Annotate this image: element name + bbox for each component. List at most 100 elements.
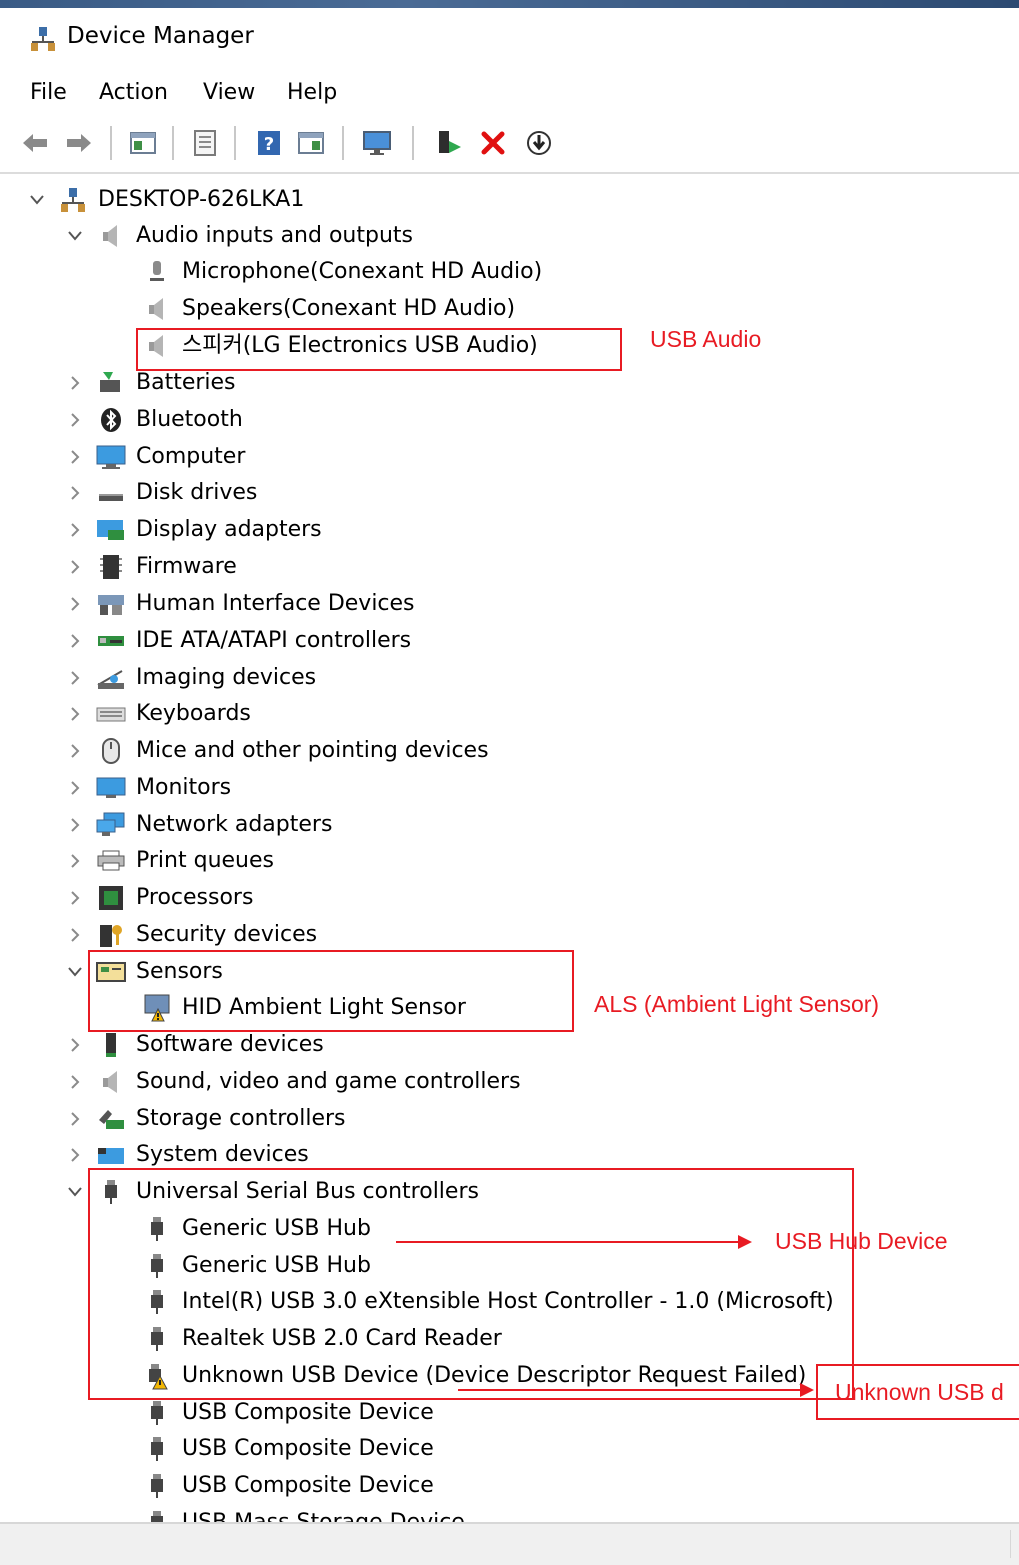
monitor-icon[interactable] [362, 128, 392, 158]
back-icon[interactable] [20, 128, 50, 158]
chevron-right-icon[interactable] [64, 630, 86, 652]
chevron-right-icon[interactable] [64, 887, 86, 909]
chevron-right-icon[interactable] [64, 556, 86, 578]
usb-icon [142, 1398, 172, 1428]
category-label: Security devices [136, 922, 318, 947]
mouse-icon [96, 736, 126, 766]
category-software-devices[interactable]: Software devices [64, 1027, 324, 1063]
category-bluetooth[interactable]: Bluetooth [64, 402, 243, 438]
chevron-right-icon[interactable] [64, 924, 86, 946]
category-print-queues[interactable]: Print queues [64, 843, 274, 879]
usb-icon [142, 1508, 172, 1522]
category-audio-inputs-and-outputs[interactable]: Audio inputs and outputs [64, 218, 413, 254]
svg-text:?: ? [264, 134, 274, 155]
category-label: Batteries [136, 370, 236, 395]
chevron-right-icon[interactable] [64, 1071, 86, 1093]
category-display-adapters[interactable]: Display adapters [64, 512, 322, 548]
category-label: Audio inputs and outputs [136, 223, 413, 248]
chevron-right-icon[interactable] [64, 1108, 86, 1130]
chevron-right-icon[interactable] [64, 593, 86, 615]
category-human-interface-devices[interactable]: Human Interface Devices [64, 586, 415, 622]
chevron-right-icon[interactable] [64, 1144, 86, 1166]
forward-icon[interactable] [64, 128, 94, 158]
annotation-arrow-line [396, 1241, 738, 1243]
menu-action[interactable]: Action [99, 78, 168, 107]
menu-bar: File Action View Help [0, 70, 1019, 116]
category-imaging-devices[interactable]: Imaging devices [64, 660, 316, 696]
uninstall-icon[interactable] [478, 128, 508, 158]
tree-root[interactable]: DESKTOP-626LKA1 [26, 182, 304, 218]
category-keyboards[interactable]: Keyboards [64, 696, 251, 732]
monitor-icon [96, 773, 126, 803]
chevron-right-icon[interactable] [64, 1034, 86, 1056]
chevron-right-icon[interactable] [64, 409, 86, 431]
category-label: Human Interface Devices [136, 591, 415, 616]
chevron-right-icon[interactable] [64, 814, 86, 836]
category-label: Display adapters [136, 517, 322, 542]
category-monitors[interactable]: Monitors [64, 770, 231, 806]
ide-controller-icon [96, 626, 126, 656]
status-cell [10, 1530, 1011, 1558]
menu-view[interactable]: View [203, 78, 255, 107]
category-mice[interactable]: Mice and other pointing devices [64, 733, 489, 769]
category-sound-video-game-controllers[interactable]: Sound, video and game controllers [64, 1064, 521, 1100]
show-hide-tree-icon[interactable] [128, 128, 158, 158]
microphone-icon [142, 257, 172, 287]
category-disk-drives[interactable]: Disk drives [64, 475, 257, 511]
chevron-right-icon[interactable] [64, 703, 86, 725]
speaker-icon [96, 221, 126, 251]
category-network-adapters[interactable]: Network adapters [64, 807, 332, 843]
chevron-right-icon[interactable] [64, 667, 86, 689]
annotation-usb-audio: USB Audio [650, 326, 762, 352]
menu-help[interactable]: Help [287, 78, 337, 107]
view-icon[interactable] [296, 128, 326, 158]
chevron-right-icon[interactable] [64, 740, 86, 762]
bluetooth-icon [96, 405, 126, 435]
speaker-icon [96, 1067, 126, 1097]
device-usb-composite-device[interactable]: USB Composite Device [142, 1468, 434, 1504]
device-speakers[interactable]: Speakers(Conexant HD Audio) [142, 291, 515, 327]
toolbar-separator [234, 126, 236, 160]
processor-icon [96, 883, 126, 913]
printer-icon [96, 846, 126, 876]
toolbar-separator [172, 126, 174, 160]
device-label: Speakers(Conexant HD Audio) [182, 296, 516, 321]
chevron-down-icon[interactable] [64, 225, 86, 247]
chevron-right-icon[interactable] [64, 446, 86, 468]
window-top-edge [0, 0, 1019, 8]
disk-drive-icon [96, 478, 126, 508]
system-device-icon [96, 1140, 126, 1170]
chevron-right-icon[interactable] [64, 482, 86, 504]
chevron-right-icon[interactable] [64, 850, 86, 872]
disable-device-icon[interactable] [524, 128, 554, 158]
toolbar-separator [412, 126, 414, 160]
imaging-device-icon [96, 663, 126, 693]
properties-icon[interactable] [190, 128, 220, 158]
chevron-right-icon[interactable] [64, 777, 86, 799]
chevron-down-icon[interactable] [64, 961, 86, 983]
device-usb-composite-device[interactable]: USB Composite Device [142, 1431, 434, 1467]
category-label: Firmware [136, 554, 237, 579]
category-security-devices[interactable]: Security devices [64, 917, 317, 953]
category-label: Disk drives [136, 480, 258, 505]
category-processors[interactable]: Processors [64, 880, 253, 916]
chevron-down-icon[interactable] [26, 189, 48, 211]
category-computer[interactable]: Computer [64, 439, 245, 475]
category-storage-controllers[interactable]: Storage controllers [64, 1101, 345, 1137]
category-firmware[interactable]: Firmware [64, 549, 237, 585]
update-driver-icon[interactable] [434, 128, 464, 158]
category-label: IDE ATA/ATAPI controllers [136, 628, 412, 653]
device-microphone[interactable]: Microphone(Conexant HD Audio) [142, 254, 542, 290]
chevron-right-icon[interactable] [64, 519, 86, 541]
device-usb-mass-storage-device[interactable]: USB Mass Storage Device [142, 1505, 465, 1522]
security-device-icon [96, 920, 126, 950]
device-usb-composite-device[interactable]: USB Composite Device [142, 1395, 434, 1431]
toolbar-separator [110, 126, 112, 160]
help-icon[interactable]: ? [254, 128, 284, 158]
device-label: USB Composite Device [182, 1473, 434, 1498]
menu-file[interactable]: File [30, 78, 67, 107]
category-label: Imaging devices [136, 665, 317, 690]
chevron-right-icon[interactable] [64, 372, 86, 394]
chevron-down-icon[interactable] [64, 1181, 86, 1203]
category-ide-ata-atapi-controllers[interactable]: IDE ATA/ATAPI controllers [64, 623, 411, 659]
